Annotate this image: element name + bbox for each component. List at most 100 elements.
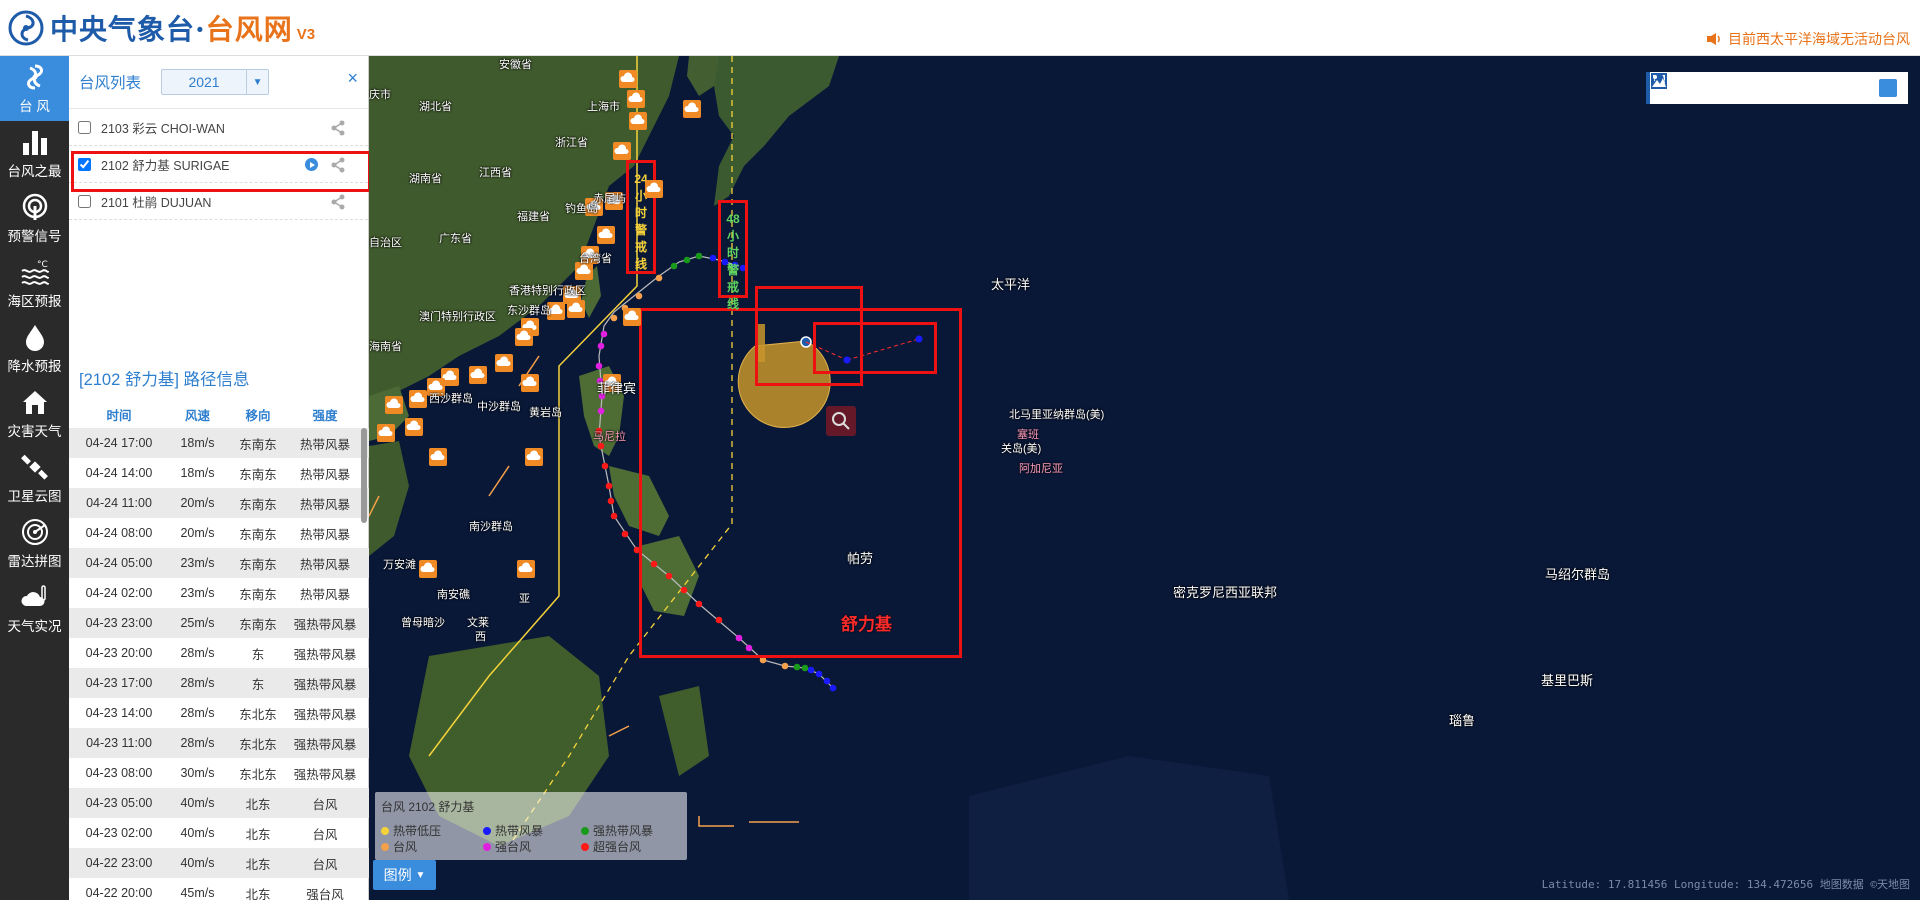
cloud-thermo-icon (20, 585, 46, 606)
nav-item-records[interactable]: 台风之最 (0, 121, 69, 186)
typhoon-list-item[interactable]: 2102 舒力基 SURIGAE (69, 146, 368, 183)
table-cell: 强热带风暴 (293, 677, 357, 692)
weather-icon (623, 308, 641, 326)
column-header: 风速 (184, 408, 210, 423)
version-badge: V3 (296, 25, 316, 43)
table-row[interactable]: 04-23 02:00 40m/s 北东 台风 (69, 818, 369, 848)
nav-label: 台 风 (19, 99, 50, 114)
export-icon[interactable] (1651, 73, 1733, 97)
zoom-out-icon[interactable] (1652, 74, 1815, 97)
legend-dot (581, 826, 589, 835)
weather-icon (385, 396, 403, 414)
table-cell: 东南东 (239, 617, 277, 632)
nav-item-sea-forecast[interactable]: °C 海区预报 (0, 251, 69, 316)
ruler-icon[interactable] (1656, 74, 1761, 97)
year-value: 2021 (188, 74, 220, 90)
typhoon-list-item[interactable]: 2103 彩云 CHOI-WAN (69, 109, 368, 146)
typhoon-checkbox[interactable] (78, 194, 91, 208)
satellite-layer-icon[interactable] (1652, 75, 1898, 97)
table-row[interactable]: 04-23 11:00 28m/s 东北东 强热带风暴 (69, 728, 369, 758)
table-row[interactable]: 04-24 08:00 20m/s 东南东 热带风暴 (69, 518, 369, 548)
nav-item-typhoon[interactable]: 台 风 (0, 56, 69, 121)
terrain-icon[interactable] (1651, 77, 1870, 97)
notice-text: 目前西太平洋海域无活动台风 (1728, 31, 1910, 47)
table-cell: 强热带风暴 (293, 707, 357, 722)
place-label: 帕劳 (847, 551, 874, 566)
annotation-box-forecast (813, 322, 937, 374)
table-cell: 40m/s (180, 826, 215, 840)
nav-item-warning[interactable]: 预警信号 (0, 186, 69, 251)
table-row[interactable]: 04-24 17:00 18m/s 东南东 热带风暴 (69, 428, 369, 458)
table-row[interactable]: 04-22 20:00 45m/s 北东 强台风 (69, 878, 369, 908)
table-cell: 北东 (245, 857, 271, 872)
close-icon[interactable]: × (347, 68, 358, 89)
warning-label-48h: 48小时警戒线 (718, 200, 748, 311)
weather-icon (495, 354, 513, 372)
play-icon[interactable] (305, 158, 318, 171)
nav-item-satellite[interactable]: 卫星云图 (0, 446, 69, 511)
legend-toggle-button[interactable]: 图例 ▼ (373, 860, 436, 890)
legend-dot (381, 842, 389, 851)
typhoon-list-item[interactable]: 2101 杜鹃 DUJUAN (69, 183, 368, 220)
nav-item-observations[interactable]: 天气实况 (0, 576, 69, 641)
nav-item-rain-forecast[interactable]: 降水预报 (0, 316, 69, 381)
path-rows: 04-24 17:00 18m/s 东南东 热带风暴 04-24 14:00 18m/s 东… (69, 428, 369, 908)
table-cell: 东 (251, 677, 265, 692)
table-cell: 04-24 08:00 (85, 526, 153, 540)
place-label: 东沙群岛 (507, 305, 551, 317)
table-cell: 04-24 11:00 (86, 496, 152, 510)
table-row[interactable]: 04-23 17:00 28m/s 东 强热带风暴 (69, 668, 369, 698)
table-row[interactable]: 04-23 08:00 30m/s 东北东 强热带风暴 (69, 758, 369, 788)
year-select[interactable]: 2021 ▼ (161, 69, 270, 95)
table-cell: 台风 (312, 857, 338, 872)
place-label: 关岛(美) (1001, 443, 1042, 455)
chevron-down-icon[interactable]: ▼ (246, 70, 268, 94)
table-cell: 东南东 (239, 467, 277, 482)
place-label: 菲律宾 (597, 381, 637, 396)
typhoon-checkbox[interactable] (78, 157, 91, 171)
signal-icon (22, 193, 47, 220)
column-header: 移向 (245, 408, 271, 423)
table-row[interactable]: 04-23 20:00 28m/s 东 强热带风暴 (69, 638, 369, 668)
share-icon[interactable] (330, 194, 346, 210)
zoom-in-icon[interactable] (1652, 74, 1788, 97)
table-row[interactable]: 04-24 14:00 18m/s 东南东 热带风暴 (69, 458, 369, 488)
table-cell: 04-24 17:00 (85, 436, 153, 450)
table-cell: 热带风暴 (299, 497, 350, 512)
table-row[interactable]: 04-24 05:00 23m/s 东南东 热带风暴 (69, 548, 369, 578)
map[interactable]: 24小时警戒线 48小时警戒线 舒力基 安徽省 湖北省 上海市 浙江省 湖南省 江西省 福建… (369, 56, 1920, 900)
location-icon[interactable] (1652, 73, 1843, 97)
table-row[interactable]: 04-24 11:00 20m/s 东南东 热带风暴 (69, 488, 369, 518)
legend-item: 热带风暴 (483, 822, 543, 839)
sea-forecast-icon: °C (20, 260, 49, 285)
place-label: 北马里亚纳群岛(美) (1009, 409, 1105, 421)
nav-item-disaster[interactable]: 灾害天气 (0, 381, 69, 446)
table-row[interactable]: 04-23 14:00 28m/s 东北东 强热带风暴 (69, 698, 369, 728)
typhoon-checkbox[interactable] (78, 120, 91, 134)
logo[interactable]: 中央气象台·台风网 V3 (8, 6, 315, 50)
table-cell: 热带风暴 (299, 437, 350, 452)
table-row[interactable]: 04-23 05:00 40m/s 北东 台风 (69, 788, 369, 818)
legend-dot (381, 826, 389, 835)
place-label: 南沙群岛 (469, 521, 513, 533)
legend-label: 强台风 (495, 840, 532, 854)
scrollbar[interactable] (361, 428, 367, 523)
weather-icon (429, 448, 447, 466)
table-row[interactable]: 04-22 23:00 40m/s 北东 台风 (69, 848, 369, 878)
weather-icon (409, 390, 427, 408)
table-row[interactable]: 04-23 23:00 25m/s 东南东 强热带风暴 (69, 608, 369, 638)
nav-item-radar[interactable]: 雷达拼图 (0, 511, 69, 576)
weather-icon (613, 142, 631, 160)
raindrop-icon (25, 325, 44, 351)
share-icon[interactable] (330, 120, 346, 136)
fullscreen-icon[interactable] (1651, 73, 1706, 97)
site-title: 中央气象台·台风网 (50, 8, 293, 48)
legend-dot (581, 842, 589, 851)
share-icon[interactable] (330, 157, 346, 173)
nav-label: 灾害天气 (7, 424, 62, 439)
place-label: 海南省 (369, 341, 402, 353)
table-cell: 04-23 17:00 (85, 676, 153, 690)
table-row[interactable]: 04-24 02:00 23m/s 东南东 热带风暴 (69, 578, 369, 608)
nav-label: 降水预报 (7, 359, 62, 374)
place-label: 黄岩岛 (529, 407, 562, 419)
